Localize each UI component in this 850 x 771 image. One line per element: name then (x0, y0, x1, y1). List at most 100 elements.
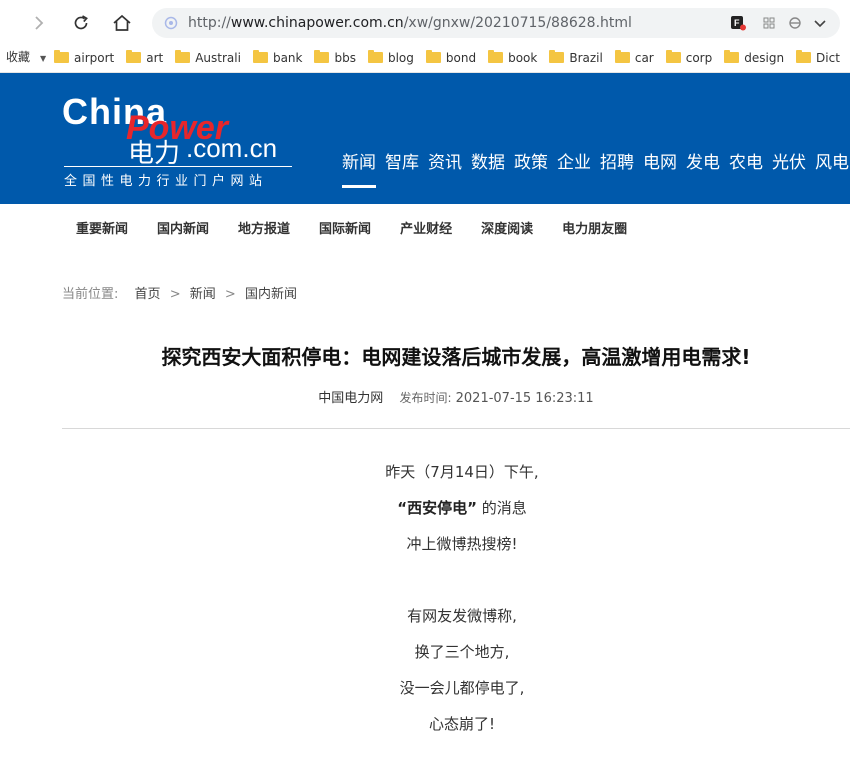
folder-icon (488, 50, 504, 63)
folder-icon (665, 50, 681, 63)
bookmark-item[interactable]: design (724, 44, 784, 71)
paragraph: 有网友发微博称, (407, 607, 517, 625)
bookmark-item[interactable]: bbs (314, 44, 356, 71)
bookmark-item[interactable]: bond (425, 44, 477, 71)
main-nav-item[interactable]: 政策 (514, 148, 548, 188)
home-button[interactable] (107, 8, 137, 38)
main-nav-item[interactable]: 招聘 (600, 148, 634, 188)
sub-nav-item[interactable]: 国际新闻 (319, 218, 371, 237)
sub-nav: 重要新闻 国内新闻 地方报道 国际新闻 产业财经 深度阅读 电力朋友圈 (76, 218, 656, 237)
bookmark-label: blog (387, 50, 414, 65)
bookmarks-bar: 收藏 ▼ airport art Australi bank bbs blog bond boo… (0, 44, 850, 73)
article-meta: 中国电力网 发布时间: 2021-07-15 16:23:11 (62, 387, 850, 406)
bookmark-list: airport art Australi bank bbs blog bond book Bra… (54, 44, 850, 71)
folder-icon (425, 50, 441, 63)
bookmark-label: book (508, 50, 538, 65)
chevron-down-icon[interactable] (812, 15, 828, 31)
bookmark-item[interactable]: book (488, 44, 537, 71)
extension-icon[interactable]: F (730, 15, 746, 31)
caret-down-icon: ▼ (40, 54, 47, 63)
sub-nav-item[interactable]: 重要新闻 (76, 218, 128, 237)
sub-nav-item[interactable]: 电力朋友圈 (562, 218, 627, 237)
bookmark-item[interactable]: Australi (175, 44, 241, 71)
main-nav-item[interactable]: 新闻 (342, 148, 376, 188)
chevron-right-icon (35, 16, 44, 30)
logo-tagline: 全国性电力行业门户网站 (64, 174, 268, 189)
bookmark-label: bank (272, 50, 303, 65)
bookmark-item[interactable]: bank (252, 44, 303, 71)
bookmark-label: bond (445, 50, 477, 65)
forward-button[interactable] (24, 8, 54, 38)
article-source[interactable]: 中国电力网 (318, 391, 383, 406)
main-nav-item[interactable]: 资讯 (428, 148, 462, 188)
address-bar[interactable]: http://www.chinapower.com.cn/xw/gnxw/202… (152, 8, 840, 38)
folder-icon (549, 50, 565, 63)
browser-toolbar: http://www.chinapower.com.cn/xw/gnxw/202… (0, 0, 850, 44)
main-nav-item[interactable]: 企业 (557, 148, 591, 188)
bookmark-label: Dict (816, 50, 840, 65)
breadcrumb-label: 当前位置: (62, 287, 119, 302)
bookmark-item[interactable]: Brazil (549, 44, 603, 71)
breadcrumb-news[interactable]: 新闻 (190, 287, 216, 302)
svg-text:F: F (734, 18, 740, 28)
article-divider (62, 428, 850, 429)
bookmark-label: bbs (334, 50, 356, 65)
main-nav-item[interactable]: 智库 (385, 148, 419, 188)
main-nav-item[interactable]: 风电 (815, 148, 849, 188)
folder-icon (126, 50, 142, 63)
bookmark-item[interactable]: corp (665, 44, 713, 71)
home-icon (113, 14, 131, 31)
reload-button[interactable] (66, 8, 96, 38)
bookmark-item[interactable]: airport (54, 44, 114, 71)
paragraph: 昨天（7月14日）下午, (385, 463, 539, 481)
folder-icon (175, 50, 191, 63)
folder-icon (367, 50, 383, 63)
bookmark-label: Australi (195, 50, 241, 65)
main-nav-item[interactable]: 发电 (686, 148, 720, 188)
main-nav: 新闻 智库 资讯 数据 政策 企业 招聘 电网 发电 农电 光伏 风电 (342, 148, 850, 188)
bookmark-item[interactable]: blog (367, 44, 414, 71)
breadcrumb-separator: > (224, 287, 236, 302)
url-text: http://www.chinapower.com.cn/xw/gnxw/202… (188, 15, 632, 31)
breadcrumb-home[interactable]: 首页 (135, 287, 161, 302)
breadcrumb-separator: > (169, 287, 181, 302)
ie-compat-icon[interactable] (787, 15, 803, 31)
bookmark-label: car (634, 50, 654, 65)
logo-domain-text: .com.cn (186, 133, 278, 163)
folder-icon (724, 50, 740, 63)
main-nav-item[interactable]: 农电 (729, 148, 763, 188)
main-nav-item[interactable]: 数据 (471, 148, 505, 188)
bookmark-label: design (744, 50, 785, 65)
bookmark-label: corp (685, 50, 713, 65)
sub-nav-item[interactable]: 深度阅读 (481, 218, 533, 237)
main-nav-item[interactable]: 光伏 (772, 148, 806, 188)
article-body: 昨天（7月14日）下午, “西安停电” 的消息 冲上微博热搜榜! 有网友发微博称… (62, 460, 850, 748)
site-header: China Power 电力 .com.cn 全国性电力行业门户网站 新闻 智库资… (0, 73, 850, 204)
folder-icon (796, 50, 812, 63)
bookmark-item[interactable]: Dict (796, 44, 840, 71)
site-logo[interactable]: China Power 电力 .com.cn 全国性电力行业门户网站 (62, 89, 302, 189)
sub-nav-item[interactable]: 产业财经 (400, 218, 452, 237)
breadcrumb-current[interactable]: 国内新闻 (245, 287, 297, 302)
bookmark-label: airport (74, 50, 115, 65)
article-title: 探究西安大面积停电：电网建设落后城市发展，高温激增用电需求! (161, 345, 751, 369)
favorites-menu[interactable]: 收藏 ▼ (6, 44, 46, 72)
bookmark-item[interactable]: art (126, 44, 163, 71)
paragraph: 换了三个地方, (414, 643, 510, 661)
sub-nav-item[interactable]: 国内新闻 (157, 218, 209, 237)
folder-icon (54, 50, 69, 63)
site-info-icon[interactable] (164, 16, 178, 30)
main-nav-item[interactable]: 电网 (643, 148, 677, 188)
publish-time-label: 发布时间: (399, 391, 452, 405)
folder-icon (252, 50, 268, 63)
paragraph: 心态崩了! (428, 715, 495, 733)
logo-divider (64, 166, 292, 167)
folder-icon (614, 50, 630, 63)
sub-nav-item[interactable]: 地方报道 (238, 218, 290, 237)
grid-icon[interactable] (761, 15, 777, 31)
breadcrumb: 当前位置: 首页 > 新闻 > 国内新闻 (62, 283, 297, 302)
bookmark-label: art (146, 50, 164, 65)
bookmark-item[interactable]: car (614, 44, 654, 71)
paragraph: “西安停电” 的消息 (62, 496, 850, 532)
highlight-text: “西安停电” (397, 499, 477, 517)
